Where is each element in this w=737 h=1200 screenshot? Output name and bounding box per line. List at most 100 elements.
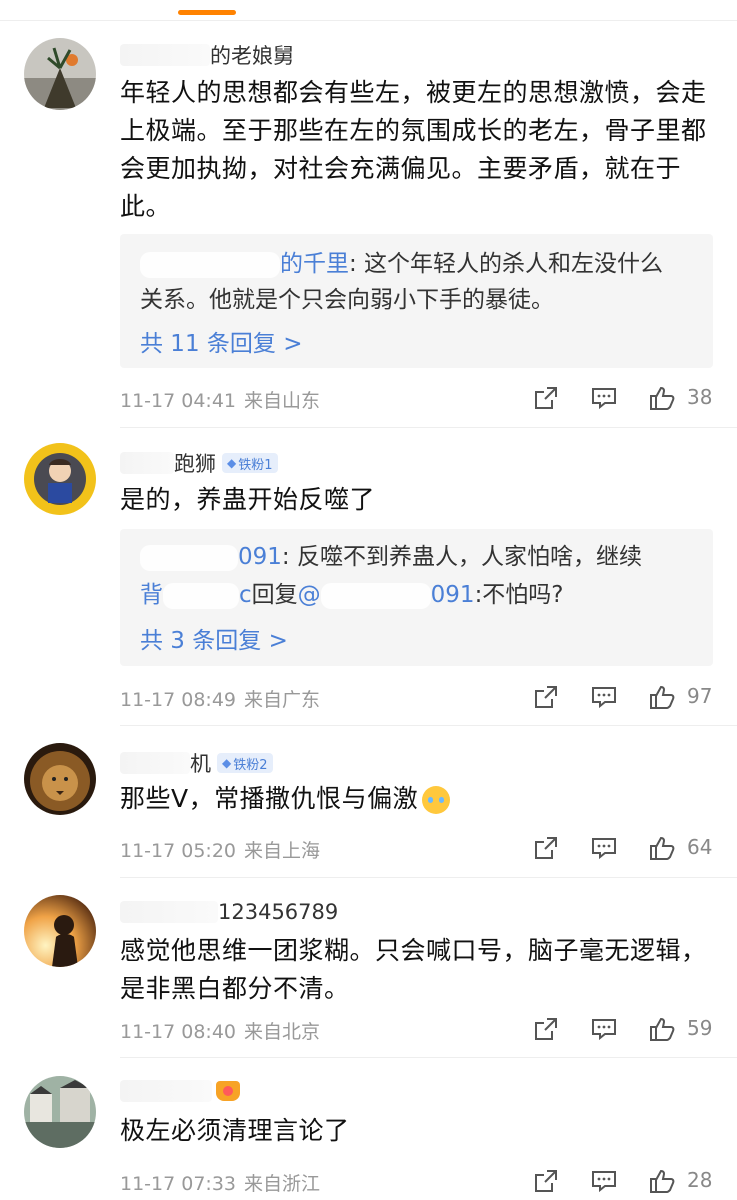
mention-link[interactable]: 091 bbox=[431, 582, 475, 608]
username-masked bbox=[120, 44, 210, 66]
comment-icon[interactable] bbox=[591, 1016, 617, 1042]
reply-text: : 反噬不到养蛊人，人家怕啥，继续 bbox=[281, 544, 642, 570]
reply-box[interactable]: 的千里: 这个年轻人的杀人和左没什么 关系。他就是个只会向弱小下手的暴徒。 共 … bbox=[120, 234, 713, 368]
username-text: 123456789 bbox=[218, 900, 339, 924]
like-count: 97 bbox=[687, 684, 713, 708]
reply-line-cont: 关系。他就是个只会向弱小下手的暴徒。 bbox=[140, 287, 554, 313]
name-mask bbox=[163, 582, 239, 609]
divider bbox=[120, 725, 737, 726]
fan-badge: ◆ 铁粉2 bbox=[217, 753, 273, 773]
comment-date: 11-17 08:49 bbox=[120, 689, 237, 711]
reply-line: 的千里: 这个年轻人的杀人和左没什么 bbox=[140, 247, 700, 281]
thumbs-up-icon[interactable] bbox=[649, 1016, 675, 1042]
reply-verb: 回复 bbox=[251, 582, 298, 608]
crying-emoji-icon bbox=[422, 786, 451, 814]
thumbs-up-icon[interactable] bbox=[649, 385, 675, 411]
reply-box[interactable]: 091: 反噬不到养蛊人，人家怕啥，继续 背 c回复@ 091:不怕吗? 共 3 条… bbox=[120, 529, 713, 666]
crown-icon bbox=[216, 1081, 240, 1101]
username-masked bbox=[120, 901, 218, 923]
username-text: 机 bbox=[190, 752, 211, 776]
comment-date: 11-17 04:41 bbox=[120, 390, 237, 412]
comment-location: 来自广东 bbox=[244, 689, 321, 711]
comment-date: 11-17 05:20 bbox=[120, 840, 237, 862]
comment-text: 感觉他思维一团浆糊。只会喊口号，脑子毫无逻辑，是非黑白都分不清。 bbox=[120, 936, 707, 1003]
comment-location: 来自浙江 bbox=[244, 1173, 321, 1195]
thumbs-up-icon[interactable] bbox=[649, 1168, 675, 1194]
comment-date: 11-17 07:33 bbox=[120, 1173, 237, 1195]
comment-actions: 28 bbox=[533, 1166, 723, 1196]
reply-author-link[interactable]: 背 bbox=[140, 582, 163, 608]
comment-meta: 11-17 08:49 来自广东 bbox=[120, 685, 320, 712]
comment-actions: 59 bbox=[533, 1014, 723, 1044]
reply-author-link[interactable]: 091 bbox=[238, 544, 282, 570]
name-mask bbox=[140, 544, 238, 571]
diamond-icon: ◆ bbox=[222, 756, 232, 770]
avatar[interactable] bbox=[24, 1076, 96, 1148]
username[interactable] bbox=[120, 1080, 240, 1102]
username-text: 跑狮 bbox=[174, 452, 216, 476]
comment-meta: 11-17 07:33 来自浙江 bbox=[120, 1169, 320, 1196]
comment-actions: 64 bbox=[533, 833, 723, 863]
share-icon[interactable] bbox=[533, 1016, 559, 1042]
comment-icon[interactable] bbox=[591, 684, 617, 710]
like-count: 59 bbox=[687, 1016, 713, 1040]
comment-actions: 97 bbox=[533, 682, 723, 712]
username[interactable]: 的老娘舅 bbox=[120, 40, 294, 70]
comment-meta: 11-17 04:41 来自山东 bbox=[120, 386, 320, 413]
comment-text: 那些V，常播撒仇恨与偏激 bbox=[120, 780, 715, 818]
fan-badge: ◆ 铁粉1 bbox=[222, 453, 278, 473]
comment-icon[interactable] bbox=[591, 835, 617, 861]
username-masked bbox=[120, 752, 190, 774]
comment-meta: 11-17 05:20 来自上海 bbox=[120, 836, 320, 863]
thumbs-up-icon[interactable] bbox=[649, 684, 675, 710]
name-mask bbox=[140, 251, 280, 278]
more-replies-link[interactable]: 共 3 条回复 > bbox=[140, 621, 288, 655]
reply-text: :不怕吗? bbox=[474, 582, 564, 608]
tab-indicator bbox=[178, 10, 236, 15]
comment-date: 11-17 08:40 bbox=[120, 1021, 237, 1043]
comment-text: 极左必须清理言论了 bbox=[120, 1116, 350, 1145]
comment-location: 来自山东 bbox=[244, 390, 321, 412]
divider bbox=[120, 427, 737, 428]
avatar[interactable] bbox=[24, 443, 96, 515]
comment-location: 来自北京 bbox=[244, 1021, 321, 1043]
divider bbox=[0, 20, 737, 21]
username-text: 的老娘舅 bbox=[210, 44, 294, 68]
divider bbox=[120, 1057, 737, 1058]
like-count: 28 bbox=[687, 1168, 713, 1192]
share-icon[interactable] bbox=[533, 684, 559, 710]
comment-text: 年轻人的思想都会有些左，被更左的思想激愤，会走上极端。至于那些在左的氛围成长的老… bbox=[120, 78, 707, 221]
more-replies-link[interactable]: 共 11 条回复 > bbox=[140, 324, 302, 358]
comment-location: 来自上海 bbox=[244, 840, 321, 862]
comment-text: 是的，养蛊开始反噬了 bbox=[120, 485, 376, 514]
username-masked bbox=[120, 1080, 212, 1102]
badge-text: 铁粉1 bbox=[238, 457, 273, 473]
share-icon[interactable] bbox=[533, 835, 559, 861]
reply-author-link[interactable]: 的千里 bbox=[280, 251, 349, 277]
username[interactable]: 机 ◆ 铁粉2 bbox=[120, 748, 273, 778]
like-count: 64 bbox=[687, 835, 713, 859]
avatar[interactable] bbox=[24, 38, 96, 110]
reply-text: : 这个年轻人的杀人和左没什么 bbox=[349, 251, 664, 277]
comment-text-body: 那些V，常播撒仇恨与偏激 bbox=[120, 784, 419, 813]
reply-line: 背 c回复@ 091:不怕吗? bbox=[140, 578, 700, 612]
thumbs-up-icon[interactable] bbox=[649, 835, 675, 861]
mention-symbol: @ bbox=[297, 582, 321, 608]
avatar[interactable] bbox=[24, 895, 96, 967]
share-icon[interactable] bbox=[533, 1168, 559, 1194]
comment-icon[interactable] bbox=[591, 1168, 617, 1194]
share-icon[interactable] bbox=[533, 385, 559, 411]
like-count: 38 bbox=[687, 385, 713, 409]
diamond-icon: ◆ bbox=[227, 456, 237, 470]
badge-text: 铁粉2 bbox=[233, 757, 268, 773]
comment-actions: 38 bbox=[533, 383, 723, 413]
username-masked bbox=[120, 452, 174, 474]
reply-line: 091: 反噬不到养蛊人，人家怕啥，继续 bbox=[140, 540, 700, 574]
avatar[interactable] bbox=[24, 743, 96, 815]
username[interactable]: 123456789 bbox=[120, 900, 338, 924]
divider bbox=[120, 877, 737, 878]
reply-author-link[interactable]: c bbox=[239, 582, 252, 608]
comment-icon[interactable] bbox=[591, 385, 617, 411]
username[interactable]: 跑狮 ◆ 铁粉1 bbox=[120, 448, 278, 478]
comment-meta: 11-17 08:40 来自北京 bbox=[120, 1017, 320, 1044]
